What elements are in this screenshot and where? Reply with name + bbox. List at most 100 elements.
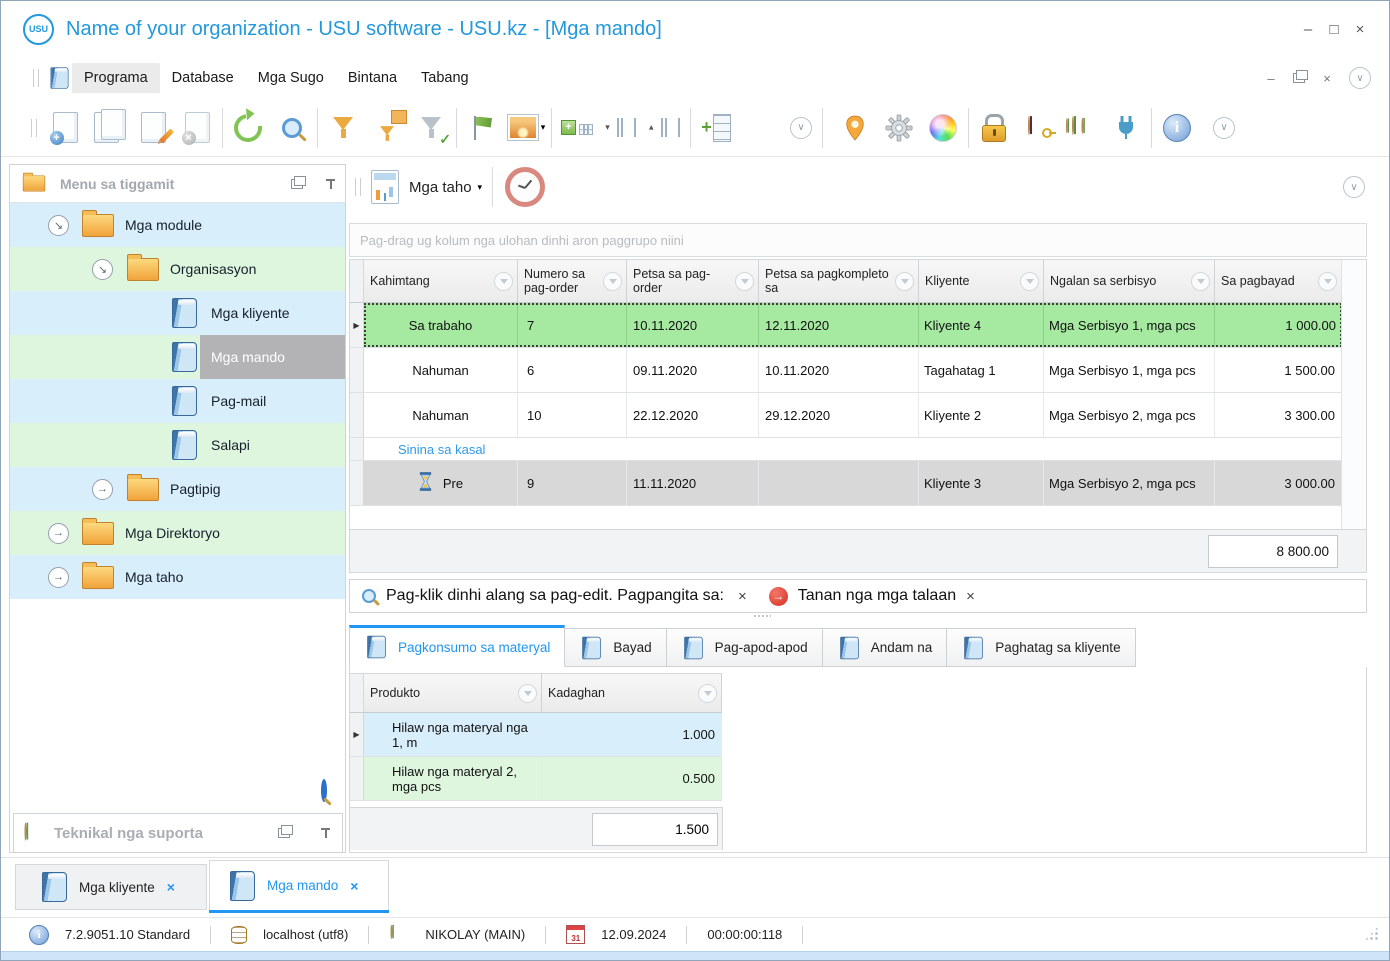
cell-bayad[interactable]: 3 000.00 (1215, 461, 1342, 505)
info-icon[interactable]: i (1155, 106, 1199, 150)
window-tab-mga-kliyente[interactable]: Mga kliyente × (15, 864, 207, 910)
menu-tabang[interactable]: Tabang (409, 63, 481, 93)
cell-serbisyo[interactable]: Mga Serbisyo 2, mga pcs (1044, 461, 1215, 505)
column-header-bayad[interactable]: Sa pagbayad (1215, 260, 1342, 302)
group-label[interactable]: Sinina sa kasal (364, 438, 485, 460)
resize-grip[interactable] (1364, 926, 1379, 941)
maximize-button[interactable]: □ (1321, 21, 1347, 38)
tree-item-mga-taho[interactable]: → Mga taho (10, 555, 345, 599)
menu-mga-sugo[interactable]: Mga Sugo (246, 63, 336, 93)
table-row[interactable]: Nahuman 6 09.11.2020 10.11.2020 Tagahata… (350, 348, 1342, 393)
filter-icon[interactable] (1020, 272, 1039, 291)
tree-item-mga-mando[interactable]: Mga mando (10, 335, 345, 379)
toolbar-grip[interactable] (355, 178, 361, 196)
copy-document-icon[interactable] (87, 106, 131, 150)
mdi-minimize-icon[interactable]: – (1259, 71, 1283, 86)
cell-kahimtang[interactable]: Nahuman (364, 393, 518, 437)
table-row[interactable]: Nahuman 10 22.12.2020 29.12.2020 Kliyent… (350, 393, 1342, 438)
info-icon[interactable]: i (29, 925, 49, 945)
vertical-scrollbar[interactable] (1341, 260, 1366, 572)
group-row[interactable]: Sinina sa kasal (350, 438, 1342, 461)
cell-petsa-kompleto[interactable]: 10.11.2020 (759, 348, 919, 392)
filter-icon[interactable] (1191, 272, 1210, 291)
cell-kliyente[interactable]: Tagahatag 1 (919, 348, 1044, 392)
cell-petsa-order[interactable]: 22.12.2020 (627, 393, 759, 437)
minimize-button[interactable]: – (1295, 21, 1321, 38)
toolbar-grip[interactable] (31, 119, 37, 137)
close-tab-icon[interactable]: × (167, 879, 175, 895)
add-row-icon[interactable]: + (694, 106, 738, 150)
menu-overflow-icon[interactable]: ∨ (1349, 67, 1371, 89)
delete-document-icon[interactable]: × (175, 106, 219, 150)
filter-edit-hint[interactable]: Pag-klik dinhi alang sa pag-edit. Pagpan… (386, 587, 724, 605)
cell-produkto[interactable]: Hilaw nga materyal 2, mga pcs (364, 757, 542, 800)
toolbar-grip[interactable] (33, 69, 39, 87)
toolbar-overflow-icon[interactable]: ∨ (1213, 117, 1235, 139)
calendar-icon[interactable]: 31 (566, 925, 585, 944)
tree-item-mga-module[interactable]: ↘ Mga module (10, 203, 345, 247)
cell-petsa-order[interactable]: 10.11.2020 (627, 303, 759, 347)
cell-serbisyo[interactable]: Mga Serbisyo 1, mga pcs (1044, 348, 1215, 392)
flag-icon[interactable] (460, 106, 504, 150)
column-header-produkto[interactable]: Produkto (364, 674, 542, 712)
plugin-icon[interactable] (1104, 106, 1148, 150)
new-document-icon[interactable]: + (43, 106, 87, 150)
cell-kahimtang[interactable]: Nahuman (364, 348, 518, 392)
filter-icon[interactable] (895, 272, 914, 291)
cell-produkto[interactable]: Hilaw nga materyal nga 1, m (364, 713, 542, 756)
filter-icon[interactable] (1318, 272, 1337, 291)
cell-bayad[interactable]: 1 500.00 (1215, 348, 1342, 392)
tree-item-pag-mail[interactable]: Pag-mail (10, 379, 345, 423)
color-wheel-icon[interactable] (921, 106, 965, 150)
filter-icon[interactable] (698, 684, 717, 703)
expand-node-icon[interactable]: → (48, 523, 69, 544)
column-header-serbisyo[interactable]: Ngalan sa serbisyo (1044, 260, 1215, 302)
tab-paghatag-sa-kliyente[interactable]: Paghatag sa kliyente (947, 628, 1135, 667)
cell-petsa-kompleto[interactable] (759, 461, 919, 505)
image-icon[interactable]: ▾ (504, 106, 548, 150)
table-row-selected[interactable]: ▶ Sa trabaho 7 10.11.2020 12.11.2020 Kli… (350, 303, 1342, 348)
collapse-node-icon[interactable]: ↘ (92, 259, 113, 280)
close-button[interactable]: × (1347, 21, 1373, 38)
clear-scope-icon[interactable]: × (966, 588, 975, 605)
panel-float-icon[interactable] (291, 179, 303, 189)
expand-rows-icon[interactable]: +--- (555, 106, 599, 150)
cell-numero[interactable]: 9 (518, 461, 627, 505)
user-group-icon[interactable] (1060, 106, 1104, 150)
tab-pagkonsumo-sa-materyal[interactable]: Pagkonsumo sa materyal (349, 625, 565, 667)
column-header-petsa-order[interactable]: Petsa sa pag-order (627, 260, 759, 302)
tree-item-mga-kliyente[interactable]: Mga kliyente (10, 291, 345, 335)
tree-expand-icon[interactable]: ▾ (599, 106, 643, 150)
cell-numero[interactable]: 6 (518, 348, 627, 392)
filter-icon[interactable] (494, 272, 513, 291)
window-tab-mga-mando[interactable]: Mga mando × (209, 860, 389, 910)
cell-kliyente[interactable]: Kliyente 3 (919, 461, 1044, 505)
toolbar-overflow-icon[interactable]: ∨ (790, 117, 812, 139)
panel-pin-icon[interactable] (320, 827, 332, 839)
filter-scope-label[interactable]: Tanan nga mga talaan (798, 587, 956, 605)
filter-check-icon[interactable]: ✓ (409, 106, 453, 150)
clear-filter-icon[interactable]: × (738, 588, 747, 605)
cell-kliyente[interactable]: Kliyente 4 (919, 303, 1044, 347)
close-tab-icon[interactable]: × (350, 878, 358, 894)
cell-numero[interactable]: 10 (518, 393, 627, 437)
filter-icon[interactable] (603, 272, 622, 291)
tree-collapse-icon[interactable]: ▾ (643, 106, 687, 150)
table-row[interactable]: Hilaw nga materyal 2, mga pcs 0.500 (350, 757, 722, 801)
tree-item-pagtipig[interactable]: → Pagtipig (10, 467, 345, 511)
scope-arrow-icon[interactable]: → (769, 587, 788, 606)
mdi-restore-icon[interactable] (1293, 73, 1305, 83)
column-header-kliyente[interactable]: Kliyente (919, 260, 1044, 302)
report-icon[interactable] (367, 165, 403, 209)
tree-search-icon[interactable] (321, 782, 327, 800)
cell-petsa-kompleto[interactable]: 12.11.2020 (759, 303, 919, 347)
tree-item-organisasyon[interactable]: ↘ Organisasyon (10, 247, 345, 291)
cell-bayad[interactable]: 3 300.00 (1215, 393, 1342, 437)
collapse-node-icon[interactable]: ↘ (48, 215, 69, 236)
clock-icon[interactable] (503, 165, 547, 209)
dropdown-arrow-icon[interactable]: ▾ (478, 182, 483, 193)
cell-kliyente[interactable]: Kliyente 2 (919, 393, 1044, 437)
tab-pag-apod-apod[interactable]: Pag-apod-apod (667, 628, 823, 667)
filter-icon[interactable] (518, 684, 537, 703)
group-by-bar[interactable]: Pag-drag ug kolum nga ulohan dinhi aron … (349, 223, 1367, 257)
